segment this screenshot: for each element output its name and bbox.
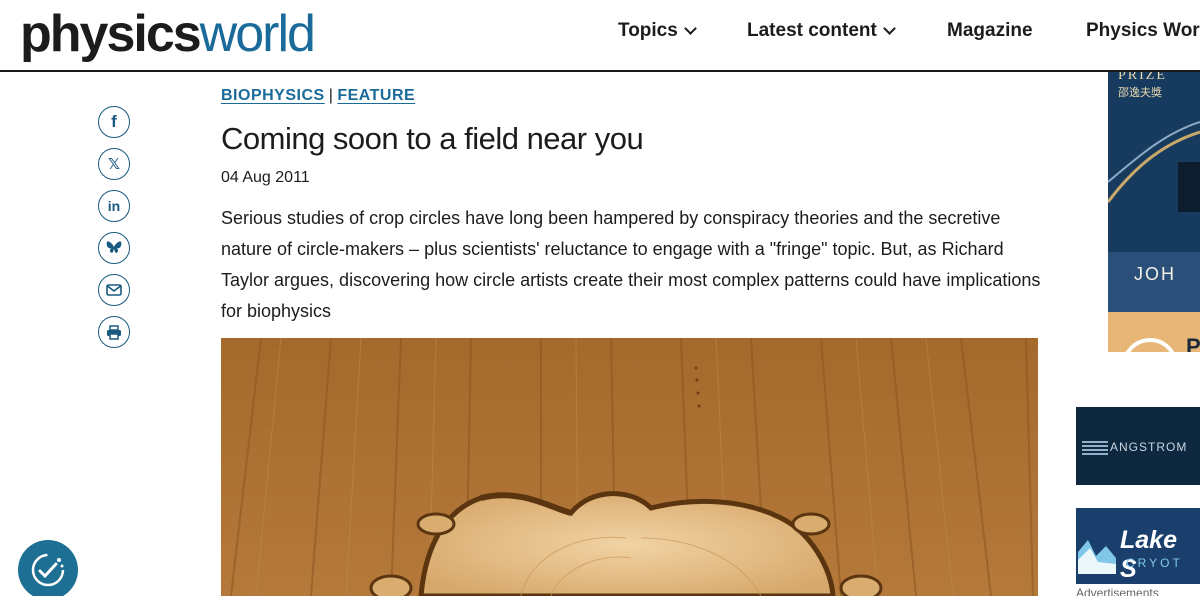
nav-magazine-label: Magazine: [947, 20, 1033, 41]
ad1-chinese-text: 邵逸夫獎: [1118, 87, 1162, 99]
nav-physics-world-label: Physics World: [1086, 20, 1200, 41]
shaw-prize-advert[interactable]: PRIZE 邵逸夫獎 JOH P M ur: [1108, 72, 1200, 352]
site-header: physicsworld Topics Latest content Magaz…: [0, 0, 1200, 72]
article-categories: BIOPHYSICS | FEATURE: [221, 87, 415, 105]
bluesky-icon: [106, 241, 122, 253]
ad1-lower-panel: P M ur: [1108, 312, 1200, 352]
crop-circle-photo: [221, 338, 1038, 596]
article-date: 04 Aug 2011: [221, 169, 310, 186]
angstrom-advert[interactable]: ANGSTROM: [1076, 407, 1200, 485]
bluesky-share-button[interactable]: [98, 232, 130, 264]
chevron-down-icon: [683, 22, 697, 35]
category-link-feature[interactable]: FEATURE: [337, 87, 415, 104]
lake-shore-logo-icon: [1078, 540, 1116, 574]
lake-shore-advert[interactable]: Lake S CRYOT: [1076, 508, 1200, 584]
ad1-graphic: [1108, 121, 1200, 212]
ad2-text: ANGSTROM: [1110, 440, 1188, 454]
ad3-title: Lake S: [1120, 526, 1177, 583]
nav-topics[interactable]: Topics: [618, 20, 697, 42]
x-icon: 𝕏: [107, 155, 121, 173]
x-share-button[interactable]: 𝕏: [98, 148, 130, 180]
share-rail: f 𝕏 in: [98, 106, 134, 358]
email-share-button[interactable]: [98, 274, 130, 306]
main-nav: Topics Latest content Magazine Physics W…: [0, 20, 1200, 48]
category-separator: |: [328, 87, 334, 104]
linkedin-icon: in: [107, 198, 121, 214]
facebook-share-button[interactable]: f: [98, 106, 130, 138]
ad1-prize-text: PRIZE: [1118, 72, 1167, 83]
play-icon[interactable]: [1122, 338, 1178, 352]
ad1-name-text: JOH: [1134, 264, 1176, 284]
ad3-subtitle: CRYOT: [1126, 556, 1183, 570]
angstrom-logo-icon: [1082, 441, 1108, 455]
nav-latest-content[interactable]: Latest content: [747, 20, 896, 42]
nav-physics-world[interactable]: Physics World: [1086, 20, 1200, 42]
linkedin-share-button[interactable]: in: [98, 190, 130, 222]
advertisements-label: Advertisements: [1076, 586, 1159, 596]
email-icon: [106, 284, 122, 296]
accessibility-button[interactable]: [18, 540, 78, 596]
nav-magazine[interactable]: Magazine: [947, 20, 1033, 42]
hero-image: [221, 338, 1038, 596]
article-standfirst: Serious studies of crop circles have lon…: [221, 208, 1041, 321]
ad1-p-text: P: [1186, 334, 1200, 352]
chevron-down-icon: [882, 22, 896, 35]
article-title: Coming soon to a field near you: [221, 121, 644, 156]
print-button[interactable]: [98, 316, 130, 348]
nav-topics-label: Topics: [618, 20, 678, 41]
category-link-biophysics[interactable]: BIOPHYSICS: [221, 87, 325, 104]
accessibility-icon: [31, 553, 65, 587]
nav-latest-content-label: Latest content: [747, 20, 877, 41]
print-icon: [107, 324, 121, 340]
facebook-icon: f: [111, 112, 117, 131]
